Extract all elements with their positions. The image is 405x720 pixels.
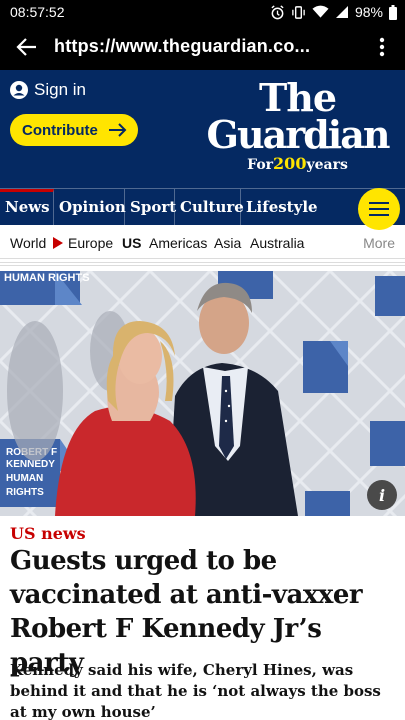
hamburger-icon: [369, 202, 389, 204]
logo-the: The: [258, 75, 337, 120]
contribute-label: Contribute: [22, 121, 98, 139]
image-info-button[interactable]: i: [367, 480, 397, 510]
wifi-icon: [312, 5, 329, 18]
backdrop-text: HUMAN RIGHTS: [4, 272, 90, 284]
alarm-icon: [271, 4, 284, 19]
arrow-right-icon: [109, 123, 127, 137]
photo-illustration: HUMAN RIGHTS ROBERT F KENNEDY HUMAN RIGH…: [0, 271, 405, 516]
article-standfirst: Kennedy said his wife, Cheryl Hines, was…: [10, 661, 381, 720]
logo-200: 200: [273, 154, 307, 173]
sub-nav: World Europe US Americas Asia Australia …: [0, 225, 405, 259]
backdrop-text-3: KENNEDY: [6, 459, 55, 470]
subnav-world[interactable]: World: [10, 235, 46, 251]
browser-toolbar: https://www.theguardian.co...: [0, 24, 405, 70]
contribute-button[interactable]: Contribute: [10, 114, 138, 146]
menu-button[interactable]: [358, 188, 400, 230]
backdrop-text-5: RIGHTS: [6, 487, 44, 498]
sign-in-link[interactable]: Sign in: [10, 80, 86, 100]
subnav-americas[interactable]: Americas: [149, 235, 207, 251]
guardian-logo[interactable]: The Guardian For200years: [200, 75, 395, 174]
pillar-lifestyle[interactable]: Lifestyle: [241, 189, 321, 225]
subnav-more[interactable]: More: [363, 235, 395, 251]
logo-tagline: For200years: [200, 154, 395, 174]
status-bar: 08:57:52 98%: [0, 0, 405, 24]
masthead: Sign in Contribute The Guardian For200ye…: [0, 70, 405, 188]
backdrop-text-4: HUMAN: [6, 473, 43, 484]
vibrate-icon: [292, 5, 305, 19]
back-arrow-icon[interactable]: [16, 36, 38, 58]
pillar-culture[interactable]: Culture: [175, 189, 244, 225]
pillar-sport[interactable]: Sport: [125, 189, 176, 225]
logo-guardian: Guardian: [206, 112, 391, 157]
divider: [0, 262, 405, 263]
divider: [0, 265, 405, 266]
subnav-europe[interactable]: Europe: [68, 235, 113, 251]
logo-for: For: [247, 157, 274, 173]
subnav-asia[interactable]: Asia: [214, 235, 241, 251]
subnav-us[interactable]: US: [122, 235, 141, 251]
pillar-news[interactable]: News: [0, 189, 54, 225]
overflow-menu-icon[interactable]: [379, 37, 385, 57]
section-kicker[interactable]: US news: [10, 524, 86, 543]
user-icon: [10, 81, 28, 99]
battery-text: 98%: [354, 4, 383, 20]
hamburger-bar: [369, 214, 389, 216]
pillar-nav: News Opinion Sport Culture Lifestyle: [0, 188, 405, 225]
signal-icon: [335, 6, 348, 18]
sign-in-label: Sign in: [34, 80, 86, 99]
address-bar[interactable]: https://www.theguardian.co...: [54, 36, 310, 57]
pillar-opinion[interactable]: Opinion: [54, 189, 126, 225]
status-icons: 98%: [270, 4, 397, 20]
battery-icon: [389, 4, 397, 20]
subnav-australia[interactable]: Australia: [250, 235, 304, 251]
article-photo[interactable]: HUMAN RIGHTS ROBERT F KENNEDY HUMAN RIGH…: [0, 271, 405, 516]
hamburger-bar: [369, 208, 389, 210]
clock: 08:57:52: [10, 4, 65, 20]
logo-years: years: [306, 157, 348, 173]
triangle-right-icon: [53, 237, 63, 249]
